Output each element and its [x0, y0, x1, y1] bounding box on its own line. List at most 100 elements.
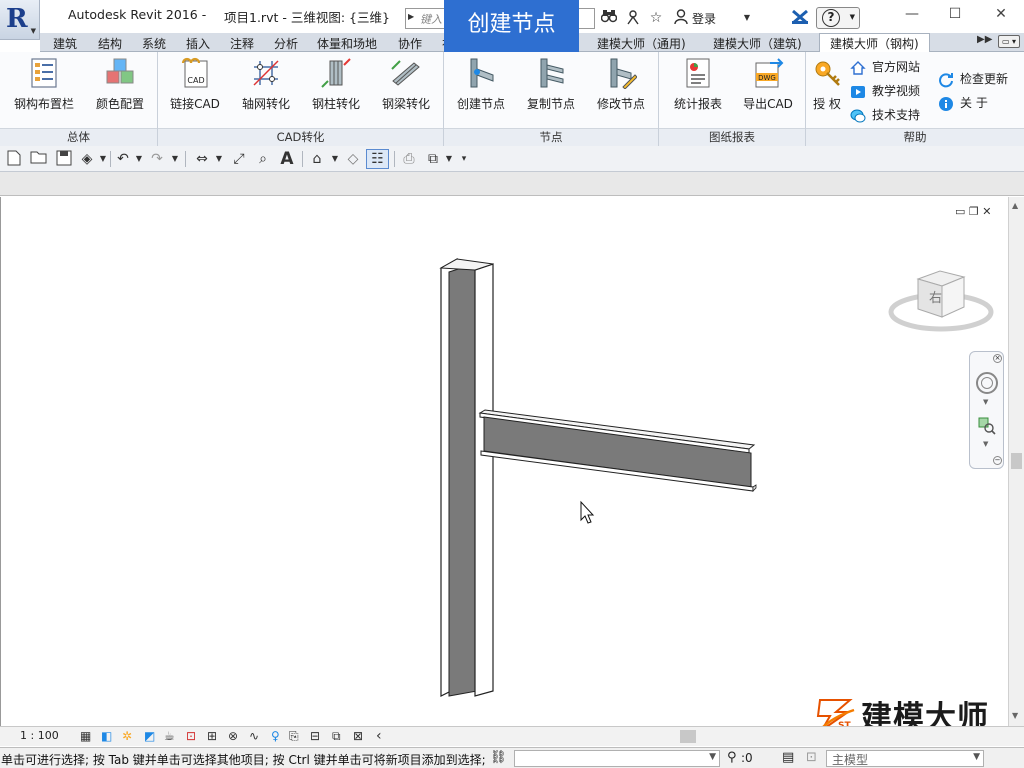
- tab-bim-master-steel[interactable]: 建模大师（钢构): [819, 33, 930, 52]
- show-crop-icon[interactable]: ⊞: [207, 728, 217, 744]
- more-tabs-icon[interactable]: ▶▶: [977, 34, 992, 45]
- subscription-icon[interactable]: [624, 9, 642, 27]
- chevron-down-icon[interactable]: ▼: [983, 440, 988, 448]
- chevron-down-icon[interactable]: ▼: [98, 150, 108, 168]
- create-node-button[interactable]: 创建节点: [446, 55, 516, 121]
- save-icon[interactable]: [55, 150, 73, 168]
- tab-annotate[interactable]: 注释: [230, 35, 254, 52]
- design-options-dropdown[interactable]: ▼: [514, 750, 720, 767]
- view-scale[interactable]: 1 : 100: [20, 729, 59, 742]
- tab-architecture[interactable]: 建筑: [53, 35, 77, 52]
- login-link[interactable]: 登录: [692, 10, 716, 27]
- close-hidden-windows-icon[interactable]: ⎙: [400, 150, 418, 168]
- tab-bim-master-general[interactable]: 建模大师（通用): [597, 35, 686, 52]
- chevron-down-icon[interactable]: ▼: [170, 150, 180, 168]
- reveal-constraints-icon[interactable]: ⊠: [353, 728, 363, 744]
- chevron-down-icon[interactable]: ▼: [742, 9, 752, 27]
- user-icon[interactable]: [672, 9, 690, 27]
- press-drag-icon[interactable]: ⊡: [806, 750, 817, 765]
- tag-icon[interactable]: ⌕: [254, 150, 272, 168]
- tutorial-video-link[interactable]: 教学视频: [850, 82, 920, 102]
- exchange-apps-icon[interactable]: [790, 9, 810, 27]
- close-button[interactable]: ✕: [981, 4, 1021, 26]
- help-button[interactable]: ? ▼: [816, 7, 860, 29]
- chevron-down-icon[interactable]: ▼: [214, 150, 224, 168]
- undo-icon[interactable]: ↶: [114, 150, 132, 168]
- worksharing-icon[interactable]: ⛓: [490, 750, 507, 765]
- 3d-viewport[interactable]: ▭ ❐ ✕: [0, 197, 1008, 726]
- expand-arrow-icon[interactable]: ▶: [408, 12, 414, 21]
- copy-node-button[interactable]: 复制节点: [516, 55, 586, 121]
- grid-convert-button[interactable]: 轴网转化: [232, 55, 300, 121]
- highlight-displacement-icon[interactable]: ⧉: [332, 728, 341, 744]
- editable-only-icon[interactable]: ▤: [782, 750, 794, 765]
- viewcube[interactable]: 右: [888, 265, 998, 340]
- minimize-ribbon-button[interactable]: ▭ ▾: [998, 35, 1020, 48]
- detail-level-icon[interactable]: ▦: [80, 728, 91, 744]
- maximize-button[interactable]: ☐: [935, 4, 975, 26]
- temporary-view-icon[interactable]: ⎘: [289, 728, 299, 744]
- modify-node-button[interactable]: 修改节点: [586, 55, 656, 121]
- export-cad-button[interactable]: DWG 导出CAD: [733, 55, 803, 121]
- minimize-button[interactable]: —: [892, 4, 932, 26]
- steel-column[interactable]: [439, 257, 494, 697]
- horizontal-scrollbar-thumb[interactable]: [680, 730, 696, 743]
- application-menu-button[interactable]: R ▼: [0, 0, 40, 40]
- tab-massing-site[interactable]: 体量和场地: [317, 35, 377, 52]
- zoom-region-icon[interactable]: [978, 417, 996, 435]
- tab-structure[interactable]: 结构: [98, 35, 122, 52]
- tech-support-link[interactable]: 技术支持: [850, 106, 920, 126]
- steel-beam[interactable]: [478, 409, 757, 492]
- shadows-icon[interactable]: ◩: [144, 728, 155, 744]
- color-config-button[interactable]: 颜色配置: [86, 55, 154, 121]
- vertical-scrollbar[interactable]: ▲ ▼: [1008, 197, 1024, 726]
- favorites-star-icon[interactable]: ☆: [647, 9, 665, 27]
- render-icon[interactable]: ☕: [164, 728, 175, 744]
- official-website-link[interactable]: 官方网站: [850, 58, 920, 78]
- steering-wheel-icon[interactable]: [976, 372, 998, 394]
- chevron-down-icon[interactable]: ▼: [444, 150, 454, 168]
- measure-icon[interactable]: ⇔: [191, 150, 213, 168]
- chevron-down-icon[interactable]: ▼: [983, 398, 988, 406]
- text-icon[interactable]: A: [278, 150, 296, 168]
- tab-systems[interactable]: 系统: [142, 35, 166, 52]
- crop-view-icon[interactable]: ⊡: [186, 728, 196, 744]
- new-document-icon[interactable]: [6, 150, 22, 168]
- scroll-left-icon[interactable]: ‹: [376, 728, 382, 744]
- beam-convert-button[interactable]: 钢梁转化: [372, 55, 440, 121]
- check-update-button[interactable]: 检查更新: [938, 70, 1008, 90]
- tab-analyze[interactable]: 分析: [274, 35, 298, 52]
- lock-3d-view-icon[interactable]: ⊗: [228, 728, 238, 744]
- open-folder-icon[interactable]: [30, 150, 48, 168]
- tab-collaborate[interactable]: 协作: [398, 35, 422, 52]
- close-navbar-icon[interactable]: ×: [993, 354, 1002, 363]
- reveal-hidden-icon[interactable]: ♀: [271, 728, 280, 744]
- link-cad-button[interactable]: CAD 链接CAD: [162, 55, 228, 121]
- temporary-hide-icon[interactable]: ∿: [249, 728, 259, 744]
- about-button[interactable]: 关 于: [938, 94, 988, 114]
- filter-icon[interactable]: ⚲: [727, 750, 737, 765]
- analysis-display-icon[interactable]: ⊟: [310, 728, 320, 744]
- tab-bim-master-architecture[interactable]: 建模大师（建筑): [713, 35, 802, 52]
- sync-icon[interactable]: ◈: [78, 150, 96, 168]
- statistics-report-button[interactable]: 统计报表: [663, 55, 733, 121]
- section-icon[interactable]: ◇: [344, 150, 362, 168]
- customize-toolbar-icon[interactable]: ▾: [458, 150, 470, 168]
- visual-style-icon[interactable]: ◧: [101, 728, 112, 744]
- navbar-options-icon[interactable]: −: [993, 456, 1002, 465]
- scrollbar-thumb[interactable]: [1011, 453, 1022, 469]
- chevron-down-icon[interactable]: ▼: [330, 150, 340, 168]
- switch-windows-icon[interactable]: ⧉: [424, 150, 442, 168]
- chevron-down-icon[interactable]: ▼: [134, 150, 144, 168]
- column-convert-button[interactable]: 钢柱转化: [302, 55, 370, 121]
- scroll-down-icon[interactable]: ▼: [1012, 711, 1018, 720]
- thin-lines-icon[interactable]: ☷: [366, 149, 389, 169]
- scroll-up-icon[interactable]: ▲: [1012, 201, 1018, 210]
- tab-insert[interactable]: 插入: [186, 35, 210, 52]
- steel-layout-bar-button[interactable]: 钢构布置栏: [8, 55, 80, 121]
- aligned-dimension-icon[interactable]: ⤢: [230, 150, 248, 168]
- redo-icon[interactable]: ↷: [148, 150, 166, 168]
- binoculars-icon[interactable]: [600, 9, 618, 27]
- sun-path-icon[interactable]: ✲: [122, 728, 132, 744]
- default-3d-view-icon[interactable]: ⌂: [308, 150, 326, 168]
